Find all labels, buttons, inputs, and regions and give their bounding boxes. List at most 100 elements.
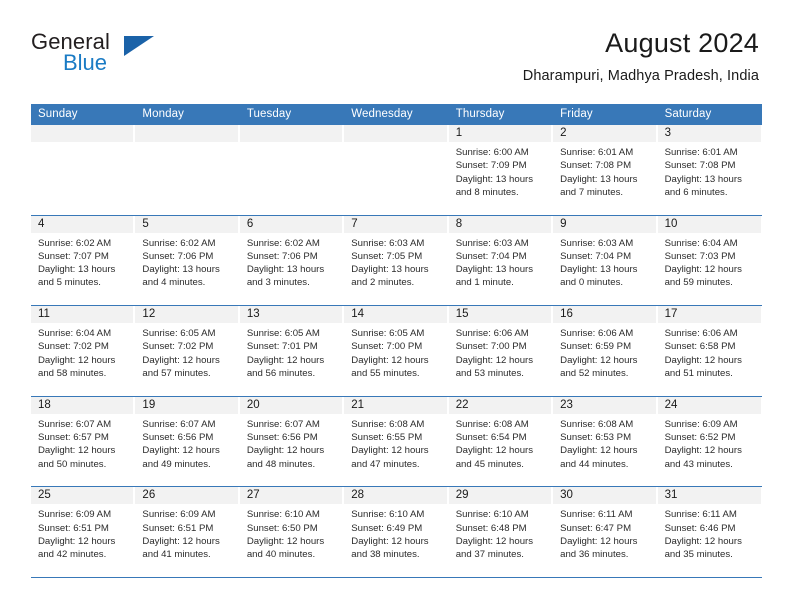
calendar-day-cell[interactable]: 6 Sunrise: 6:02 AM Sunset: 7:06 PM Daylight… [239, 215, 345, 306]
sun-info: Sunrise: 6:08 AM Sunset: 6:54 PM Daylight:… [449, 414, 552, 471]
sunrise-text: Sunrise: 6:05 AM [246, 328, 320, 340]
calendar-day-cell[interactable]: 15 Sunrise: 6:06 AM Sunset: 7:00 PM Dayligh… [448, 306, 554, 396]
calendar-weeks: 1 Sunrise: 6:00 AM Sunset: 7:09 PM Daylight… [31, 125, 762, 578]
calendar-day-cell[interactable]: 5 Sunrise: 6:02 AM Sunset: 7:06 PM Daylight… [135, 215, 240, 306]
day-number: 8 [448, 215, 553, 233]
sun-info: Sunrise: 6:08 AM Sunset: 6:55 PM Daylight:… [344, 414, 447, 471]
calendar-day-cell[interactable]: 25 Sunrise: 6:09 AM Sunset: 6:51 PM Dayligh… [31, 487, 136, 577]
page-subtitle-location: Dharampuri, Madhya Pradesh, India [522, 68, 759, 85]
weekday-sunday: Sunday [38, 108, 78, 120]
day-number: 9 [553, 215, 657, 233]
day-number [344, 125, 448, 142]
sunrise-text: Sunrise: 6:00 AM [455, 147, 529, 158]
general-blue-logo[interactable]: General Blue [31, 28, 154, 80]
calendar-day-cell[interactable]: 10 Sunrise: 6:04 AM Sunset: 7:03 PM Dayligh… [657, 215, 762, 306]
calendar-day-cell[interactable]: 26 Sunrise: 6:09 AM Sunset: 6:51 PM Dayligh… [135, 487, 240, 577]
sunrise-text: Sunrise: 6:02 AM [38, 237, 112, 249]
day-number: 28 [344, 487, 448, 505]
day-number: 17 [657, 306, 762, 324]
calendar-day-cell[interactable]: 23 Sunrise: 6:08 AM Sunset: 6:53 PM Dayligh… [553, 396, 658, 487]
calendar-day-cell[interactable]: 28 Sunrise: 6:10 AM Sunset: 6:49 PM Dayligh… [344, 487, 449, 577]
day-number: 16 [553, 306, 657, 324]
calendar-page: General Blue August 2024 Dharampuri, Mad… [0, 0, 792, 612]
calendar-day-cell[interactable]: 31 Sunrise: 6:11 AM Sunset: 6:46 PM Dayligh… [657, 487, 762, 577]
day-number: 23 [553, 396, 657, 414]
calendar-day-cell[interactable]: 14 Sunrise: 6:05 AM Sunset: 7:00 PM Dayligh… [344, 306, 449, 396]
sun-info: Sunrise: 6:03 AM Sunset: 7:04 PM Daylight:… [553, 233, 656, 290]
calendar-day-cell[interactable]: 7 Sunrise: 6:03 AM Sunset: 7:05 PM Daylight… [344, 215, 449, 306]
calendar-day-cell-empty [135, 125, 240, 215]
calendar-day-cell[interactable]: 29 Sunrise: 6:10 AM Sunset: 6:48 PM Dayligh… [448, 487, 554, 577]
weekday-saturday: Saturday [664, 108, 712, 120]
calendar-day-cell[interactable]: 9 Sunrise: 6:03 AM Sunset: 7:04 PM Daylight… [553, 215, 658, 306]
calendar-day-cell[interactable]: 2 Sunrise: 6:01 AM Sunset: 7:08 PM Daylight… [553, 125, 658, 215]
sun-info: Sunrise: 6:06 AM Sunset: 7:00 PM Daylight:… [449, 323, 552, 380]
sunrise-text: Sunrise: 6:08 AM [351, 418, 425, 430]
daylight-text: Daylight: 12 hours and 48 minutes. [246, 445, 325, 470]
day-number: 6 [239, 215, 344, 233]
sunset-text: Sunset: 7:01 PM [246, 341, 318, 353]
daylight-text: Daylight: 12 hours and 37 minutes. [455, 535, 534, 561]
calendar-week-row: 18 Sunrise: 6:07 AM Sunset: 6:57 PM Dayligh… [31, 396, 762, 488]
sunset-text: Sunset: 7:09 PM [455, 160, 527, 172]
sunset-text: Sunset: 6:55 PM [351, 432, 423, 444]
daylight-text: Daylight: 13 hours and 4 minutes. [142, 264, 220, 289]
calendar-day-cell[interactable]: 19 Sunrise: 6:07 AM Sunset: 6:56 PM Dayligh… [135, 396, 240, 487]
sunrise-text: Sunrise: 6:02 AM [246, 237, 320, 249]
calendar-day-cell[interactable]: 4 Sunrise: 6:02 AM Sunset: 7:07 PM Daylight… [31, 215, 136, 306]
daylight-text: Daylight: 12 hours and 50 minutes. [38, 445, 116, 470]
daylight-text: Daylight: 12 hours and 36 minutes. [560, 535, 638, 561]
daylight-text: Daylight: 12 hours and 42 minutes. [38, 535, 116, 561]
calendar-day-cell[interactable]: 11 Sunrise: 6:04 AM Sunset: 7:02 PM Dayligh… [31, 306, 136, 396]
calendar-week-row: 25 Sunrise: 6:09 AM Sunset: 6:51 PM Dayligh… [31, 487, 762, 578]
daylight-text: Daylight: 12 hours and 55 minutes. [351, 354, 429, 380]
sunset-text: Sunset: 6:46 PM [664, 522, 736, 534]
daylight-text: Daylight: 12 hours and 59 minutes. [664, 264, 742, 289]
day-number: 13 [239, 306, 344, 324]
calendar-day-cell[interactable]: 27 Sunrise: 6:10 AM Sunset: 6:50 PM Dayligh… [239, 487, 345, 577]
weekday-monday: Monday [142, 108, 184, 120]
calendar-day-cell[interactable]: 17 Sunrise: 6:06 AM Sunset: 6:58 PM Dayligh… [657, 306, 762, 396]
page-header: General Blue August 2024 Dharampuri, Mad… [0, 0, 792, 84]
sunset-text: Sunset: 7:00 PM [351, 341, 423, 353]
calendar-day-cell[interactable]: 12 Sunrise: 6:05 AM Sunset: 7:02 PM Dayligh… [135, 306, 240, 396]
daylight-text: Daylight: 12 hours and 58 minutes. [38, 354, 116, 380]
sun-info: Sunrise: 6:08 AM Sunset: 6:53 PM Daylight:… [553, 414, 656, 471]
calendar-day-cell[interactable]: 24 Sunrise: 6:09 AM Sunset: 6:52 PM Dayligh… [657, 396, 762, 487]
daylight-text: Daylight: 13 hours and 1 minute. [455, 264, 534, 289]
calendar-week-row: 11 Sunrise: 6:04 AM Sunset: 7:02 PM Dayligh… [31, 306, 762, 397]
calendar-day-cell[interactable]: 30 Sunrise: 6:11 AM Sunset: 6:47 PM Dayligh… [553, 487, 658, 577]
calendar-day-cell[interactable]: 20 Sunrise: 6:07 AM Sunset: 6:56 PM Dayligh… [239, 396, 345, 487]
day-number [31, 125, 135, 142]
sunrise-text: Sunrise: 6:07 AM [38, 418, 112, 430]
page-title: August 2024 [605, 28, 759, 58]
sun-info: Sunrise: 6:09 AM Sunset: 6:51 PM Daylight:… [135, 504, 238, 561]
sunset-text: Sunset: 7:08 PM [664, 160, 736, 172]
day-number: 27 [239, 487, 344, 505]
daylight-text: Daylight: 12 hours and 49 minutes. [142, 445, 220, 470]
day-number: 25 [31, 487, 135, 505]
calendar-week-row: 4 Sunrise: 6:02 AM Sunset: 7:07 PM Daylight… [31, 215, 762, 307]
sunrise-text: Sunrise: 6:04 AM [664, 237, 738, 249]
calendar-day-cell[interactable]: 22 Sunrise: 6:08 AM Sunset: 6:54 PM Dayligh… [448, 396, 554, 487]
day-number: 26 [135, 487, 239, 505]
calendar-day-cell[interactable]: 1 Sunrise: 6:00 AM Sunset: 7:09 PM Daylight… [448, 125, 554, 215]
calendar-day-cell[interactable]: 21 Sunrise: 6:08 AM Sunset: 6:55 PM Dayligh… [344, 396, 449, 487]
calendar-day-cell-empty [239, 125, 345, 215]
sunrise-text: Sunrise: 6:06 AM [664, 328, 738, 340]
sunrise-text: Sunrise: 6:09 AM [142, 509, 216, 521]
calendar-day-cell[interactable]: 16 Sunrise: 6:06 AM Sunset: 6:59 PM Dayligh… [553, 306, 658, 396]
sunset-text: Sunset: 6:50 PM [246, 522, 318, 534]
sunrise-text: Sunrise: 6:10 AM [351, 509, 425, 521]
daylight-text: Daylight: 12 hours and 41 minutes. [142, 535, 220, 561]
daylight-text: Daylight: 13 hours and 7 minutes. [560, 173, 638, 198]
sunrise-text: Sunrise: 6:11 AM [560, 509, 633, 521]
day-number: 19 [135, 396, 239, 414]
sunset-text: Sunset: 7:02 PM [38, 341, 109, 353]
calendar-day-cell[interactable]: 3 Sunrise: 6:01 AM Sunset: 7:08 PM Daylight… [657, 125, 762, 215]
calendar-day-cell[interactable]: 18 Sunrise: 6:07 AM Sunset: 6:57 PM Dayligh… [31, 396, 136, 487]
calendar-day-cell[interactable]: 13 Sunrise: 6:05 AM Sunset: 7:01 PM Dayligh… [239, 306, 345, 396]
sun-info: Sunrise: 6:02 AM Sunset: 7:06 PM Daylight:… [135, 233, 238, 290]
calendar-day-cell[interactable]: 8 Sunrise: 6:03 AM Sunset: 7:04 PM Daylight… [448, 215, 554, 306]
calendar-grid: Sunday Monday Tuesday Wednesday Thursday… [31, 104, 762, 578]
